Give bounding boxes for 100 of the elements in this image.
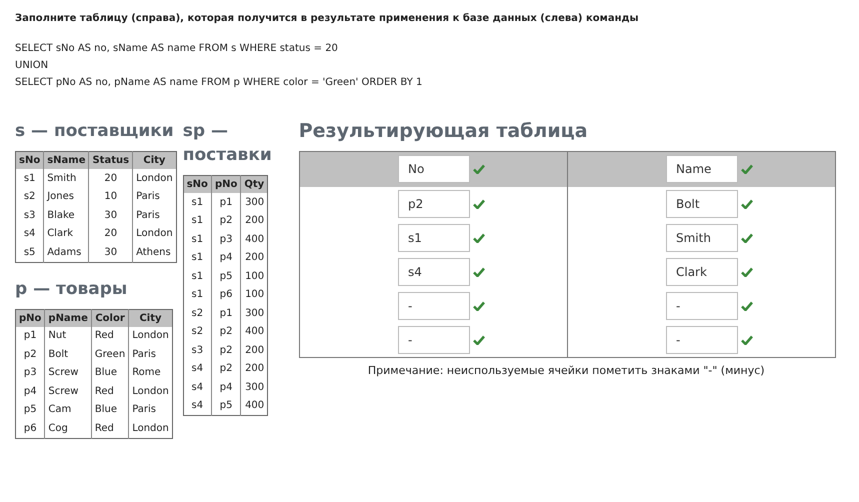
column-header: pName	[44, 309, 92, 326]
table-cell: p4	[211, 248, 241, 267]
table-cell: 20	[88, 224, 133, 243]
table-cell: 400	[240, 396, 268, 416]
answer-field[interactable]: -	[398, 292, 470, 320]
table-cell: s2	[16, 188, 44, 206]
answer-field[interactable]: s1	[398, 224, 470, 252]
table-cell: p5	[211, 267, 241, 286]
table-cell: 100	[240, 267, 268, 286]
answer-field[interactable]: -	[398, 326, 470, 354]
table-cell: Screw	[44, 382, 92, 400]
table-cell: 200	[240, 248, 268, 267]
table-cell: 300	[240, 378, 268, 396]
table-cell: Paris	[132, 206, 176, 224]
table-cell: 300	[240, 304, 268, 322]
table-cell: s1	[183, 248, 212, 267]
table-cell: 20	[88, 169, 133, 188]
table-cell: London	[128, 382, 172, 400]
table-cell: Green	[91, 345, 129, 364]
table-cell: s4	[183, 378, 212, 396]
answer-field[interactable]: p2	[398, 190, 470, 218]
table-cell: s4	[16, 224, 44, 243]
table-cell: p2	[211, 322, 241, 341]
table-cell: s1	[183, 267, 212, 286]
column-header: City	[128, 309, 172, 326]
column-header: sNo	[183, 176, 212, 193]
table-cell: p2	[211, 341, 241, 360]
table-cell: Red	[91, 419, 129, 438]
table-cell: London	[128, 419, 172, 438]
table-cell: s2	[183, 322, 212, 341]
answer-field[interactable]: Smith	[666, 224, 738, 252]
table-cell: s5	[16, 243, 44, 262]
table-cell: Blue	[91, 364, 129, 382]
table-cell: Blue	[91, 400, 129, 419]
column-header: sNo	[16, 152, 44, 169]
column-header: sName	[44, 152, 89, 169]
table-cell: Jones	[44, 188, 89, 206]
table-cell: 400	[240, 322, 268, 341]
table-cell: Red	[91, 326, 129, 345]
table-cell: Rome	[128, 364, 172, 382]
table-cell: 100	[240, 286, 268, 304]
table-cell: p6	[16, 419, 45, 438]
table-cell: p5	[16, 400, 45, 419]
table-cell: s2	[183, 304, 212, 322]
table-cell: Blake	[44, 206, 89, 224]
table-cell: 200	[240, 212, 268, 230]
table-cell: Bolt	[44, 345, 92, 364]
table-cell: p3	[211, 230, 241, 248]
table-cell: p2	[211, 360, 241, 378]
answer-field[interactable]: s4	[398, 258, 470, 286]
table-cell: s1	[183, 193, 212, 212]
table-cell: London	[128, 326, 172, 345]
table-cell: Paris	[128, 400, 172, 419]
column-header: Color	[91, 309, 129, 326]
table-cell: Paris	[132, 188, 176, 206]
table-cell: Cog	[44, 419, 92, 438]
table-cell: 400	[240, 230, 268, 248]
table-cell: p1	[211, 193, 241, 212]
table-cell: Nut	[44, 326, 92, 345]
column-header: pNo	[16, 309, 45, 326]
table-title: s — поставщики	[15, 120, 175, 143]
table-cell: s3	[16, 206, 44, 224]
table-cell: 10	[88, 188, 133, 206]
table-cell: p2	[211, 212, 241, 230]
query-line: SELECT pNo AS no, pName AS name FROM p WHERE color = 'Green' ORDER BY 1	[15, 76, 424, 90]
table-cell: Paris	[128, 345, 172, 364]
table-cell: Screw	[44, 364, 92, 382]
table-cell: s1	[183, 212, 212, 230]
table-cell: s4	[183, 396, 212, 416]
table-cell: s1	[183, 230, 212, 248]
table-cell: p5	[211, 396, 241, 416]
column-header: Status	[88, 152, 133, 169]
table-cell: Athens	[132, 243, 176, 262]
query-line: SELECT sNo AS no, sName AS name FROM s WHERE status = 20	[15, 42, 339, 56]
column-header: pNo	[211, 176, 241, 193]
table-cell: 200	[240, 341, 268, 360]
table-cell: s4	[183, 360, 212, 378]
table-cell: p6	[211, 286, 241, 304]
answer-field[interactable]: Name	[666, 155, 738, 183]
table-cell: 30	[88, 206, 133, 224]
table-cell: p4	[16, 382, 45, 400]
table-cell: s3	[183, 341, 212, 360]
table-cell: Smith	[44, 169, 89, 188]
answer-field[interactable]: Clark	[666, 258, 738, 286]
table-cell: Adams	[44, 243, 89, 262]
answer-field[interactable]: Bolt	[666, 190, 738, 218]
table-title: sp — поставки	[182, 120, 273, 167]
table-cell: London	[132, 169, 176, 188]
table-cell: s1	[183, 286, 212, 304]
table-cell: London	[132, 224, 176, 243]
table-cell: 30	[88, 243, 133, 262]
table-cell: p1	[211, 304, 241, 322]
table-cell: Clark	[44, 224, 89, 243]
answer-field[interactable]: -	[666, 292, 738, 320]
table-cell: p1	[16, 326, 45, 345]
table-cell: p3	[16, 364, 45, 382]
answer-field[interactable]: No	[398, 155, 470, 183]
column-header: City	[132, 152, 176, 169]
result-title: Результирующая таблица	[298, 119, 589, 143]
answer-field[interactable]: -	[666, 326, 738, 354]
